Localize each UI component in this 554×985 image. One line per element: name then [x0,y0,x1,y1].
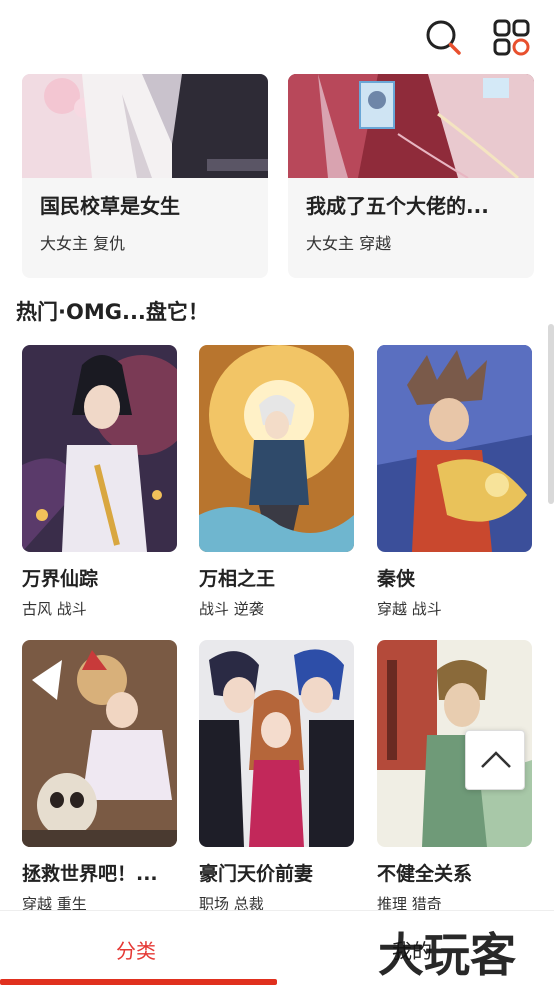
top-bar [0,0,554,74]
comic-tags: 推理 猎奇 [377,895,442,910]
featured-title: 我成了五个大佬的... [306,194,489,218]
comic-title: 拯救世界吧！... [22,863,158,885]
comic-tags: 穿越 重生 [22,895,87,910]
svg-text:大玩客: 大玩客 [378,928,516,982]
scrollbar-thumb[interactable] [548,324,554,504]
comic-cover-image [199,640,354,847]
comic-cover-image [22,640,177,847]
featured-title: 国民校草是女生 [40,194,180,218]
nav-tab-category[interactable]: 分类 [116,935,156,964]
featured-tags: 大女主 复仇 [40,234,126,253]
watermark-logo: 大玩客 [378,928,516,982]
comic-cover-image [22,345,177,552]
featured-card[interactable]: 国民校草是女生 大女主 复仇 [22,74,268,278]
comic-card[interactable]: 万界仙踪 古风 战斗 [22,345,178,619]
featured-cover-image [288,74,534,178]
comic-title: 万相之王 [199,568,276,590]
search-icon[interactable] [424,18,464,58]
grid-apps-icon[interactable] [492,18,532,58]
comic-title: 不健全关系 [377,863,473,885]
comic-card[interactable]: 秦侠 穿越 战斗 [377,345,533,619]
active-tab-indicator [0,979,277,985]
comic-card[interactable]: 万相之王 战斗 逆袭 [199,345,355,619]
featured-tags: 大女主 穿越 [306,234,392,253]
chevron-up-icon [481,751,511,768]
back-to-top-button[interactable] [465,730,525,790]
comic-title: 万界仙踪 [22,568,99,590]
comic-cover-image [377,345,532,552]
comic-title: 豪门天价前妻 [199,863,314,885]
comic-title: 秦侠 [377,568,416,590]
comic-cover-image [199,345,354,552]
comic-tags: 战斗 逆袭 [199,600,264,618]
section-title: 热门·OMG...盘它！ [16,300,209,324]
featured-card[interactable]: 我成了五个大佬的... 大女主 穿越 [288,74,534,278]
comic-tags: 职场 总裁 [199,895,264,910]
comic-tags: 穿越 战斗 [377,600,442,618]
featured-cover-image [22,74,268,178]
bottom-nav: 分类 我的 大玩客 [0,910,554,985]
comic-card[interactable]: 豪门天价前妻 职场 总裁 [199,640,355,910]
comic-card[interactable]: 拯救世界吧！... 穿越 重生 [22,640,178,910]
comic-tags: 古风 战斗 [22,600,87,618]
